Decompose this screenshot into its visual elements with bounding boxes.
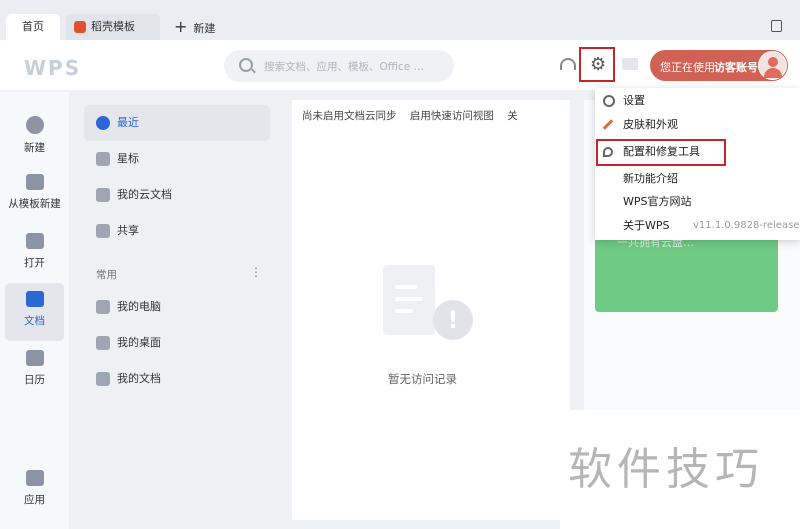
gear-icon bbox=[603, 95, 615, 107]
nav-calendar[interactable]: 日历 bbox=[0, 350, 69, 387]
skin-label: 皮肤和外观 bbox=[623, 118, 678, 131]
tab-daoke-template[interactable]: 稻壳模板 bbox=[66, 14, 160, 40]
file-nav-starred[interactable]: 星标 bbox=[84, 141, 270, 177]
nav-calendar-label: 日历 bbox=[24, 374, 45, 386]
pc-label: 我的电脑 bbox=[117, 300, 161, 313]
document-icon bbox=[25, 291, 44, 307]
file-nav-cloud[interactable]: 我的云文档 bbox=[84, 177, 270, 213]
people-icon bbox=[96, 224, 110, 238]
nav-apps-label: 应用 bbox=[24, 494, 45, 506]
desktop-icon bbox=[96, 336, 110, 350]
starred-label: 星标 bbox=[117, 152, 139, 165]
folder-icon bbox=[96, 372, 110, 386]
wps-logo: WPS bbox=[24, 56, 82, 80]
search-placeholder: 搜索文档、应用、模板、Office … bbox=[264, 61, 424, 73]
features-label: 新功能介绍 bbox=[623, 172, 678, 185]
menu-item-skin[interactable]: 皮肤和外观 bbox=[595, 114, 800, 136]
menu-item-new-features[interactable]: 新功能介绍 bbox=[595, 168, 800, 190]
empty-document-icon bbox=[383, 265, 435, 335]
nav-docs-label: 文档 bbox=[24, 315, 45, 327]
quick-view-link[interactable]: 启用快速访问视图 bbox=[410, 110, 494, 122]
nav-open-label: 打开 bbox=[24, 257, 45, 269]
file-nav-pc[interactable]: 我的电脑 bbox=[84, 289, 270, 325]
headset-icon[interactable] bbox=[560, 58, 576, 70]
brush-icon bbox=[602, 119, 614, 130]
window-layout-icon[interactable] bbox=[771, 20, 782, 32]
file-nav-desktop[interactable]: 我的桌面 bbox=[84, 325, 270, 361]
computer-icon bbox=[96, 300, 110, 314]
file-nav-recent[interactable]: 最近 bbox=[84, 105, 270, 141]
nav-new[interactable]: 新建 bbox=[0, 116, 69, 155]
version-text: v11.1.0.9828-release bbox=[693, 220, 800, 231]
desktop-label: 我的桌面 bbox=[117, 336, 161, 349]
tab-daoke-label: 稻壳模板 bbox=[91, 20, 135, 33]
sync-bar: 尚未启用文档云同步 启用快速访问视图 关 bbox=[302, 108, 528, 123]
gear-highlight-box bbox=[579, 47, 615, 82]
common-section-label: 常用 bbox=[96, 269, 117, 281]
website-label: WPS官方网站 bbox=[623, 195, 692, 208]
more-icon[interactable]: ⋮ bbox=[250, 265, 262, 279]
cloud-label: 我的云文档 bbox=[117, 188, 172, 201]
empty-state-text: 暂无访问记录 bbox=[388, 372, 457, 386]
plus-icon: + bbox=[174, 17, 188, 36]
daoke-logo-icon bbox=[74, 21, 86, 33]
file-panel: 最近 星标 我的云文档 共享 我的电脑 我的桌面 我的文档 bbox=[84, 100, 284, 520]
plus-circle-icon bbox=[25, 116, 44, 134]
menu-item-about[interactable]: 关于WPS v11.1.0.9828-release bbox=[595, 215, 800, 237]
avatar[interactable] bbox=[758, 51, 787, 80]
nav-template-label: 从模板新建 bbox=[8, 198, 61, 210]
cloud-doc-icon bbox=[96, 188, 110, 202]
exclamation-icon: ! bbox=[433, 300, 473, 340]
about-label: 关于WPS bbox=[623, 219, 670, 232]
apps-icon bbox=[25, 470, 44, 486]
nav-documents[interactable]: 文档 bbox=[5, 283, 64, 341]
promo-banner[interactable]: 一共拥有云盘… bbox=[595, 232, 778, 312]
settings-label: 设置 bbox=[623, 94, 645, 107]
template-icon bbox=[25, 174, 44, 190]
tab-new-label: 新建 bbox=[193, 22, 216, 35]
menu-item-website[interactable]: WPS官方网站 bbox=[595, 191, 800, 213]
search-input[interactable]: 搜索文档、应用、模板、Office … bbox=[224, 50, 454, 82]
tab-home[interactable]: 首页 bbox=[6, 14, 60, 40]
file-nav-mydocs[interactable]: 我的文档 bbox=[84, 361, 270, 397]
calendar-icon bbox=[25, 350, 44, 366]
cloud-sync-link[interactable]: 尚未启用文档云同步 bbox=[302, 110, 397, 122]
nav-from-template[interactable]: 从模板新建 bbox=[0, 174, 69, 211]
clock-icon bbox=[96, 116, 110, 130]
recent-label: 最近 bbox=[117, 116, 139, 129]
nav-open[interactable]: 打开 bbox=[0, 233, 69, 270]
user-using-label: 您正在使用 bbox=[660, 61, 715, 74]
close-link[interactable]: 关 bbox=[507, 110, 518, 122]
star-icon bbox=[96, 152, 110, 166]
nav-new-label: 新建 bbox=[24, 142, 45, 154]
nav-apps[interactable]: 应用 bbox=[0, 470, 69, 507]
tab-new-button[interactable]: + 新建 bbox=[174, 14, 215, 40]
skin-icon[interactable] bbox=[622, 58, 638, 70]
shared-label: 共享 bbox=[117, 224, 139, 237]
watermark-text: 软件技巧 bbox=[568, 444, 764, 495]
search-icon bbox=[239, 58, 253, 72]
repair-highlight-box bbox=[596, 139, 726, 166]
folder-icon bbox=[25, 233, 44, 249]
mydocs-label: 我的文档 bbox=[117, 372, 161, 385]
menu-item-settings[interactable]: 设置 bbox=[595, 90, 800, 112]
file-nav-shared[interactable]: 共享 bbox=[84, 213, 270, 249]
user-account-label: 访客账号 bbox=[714, 61, 758, 74]
